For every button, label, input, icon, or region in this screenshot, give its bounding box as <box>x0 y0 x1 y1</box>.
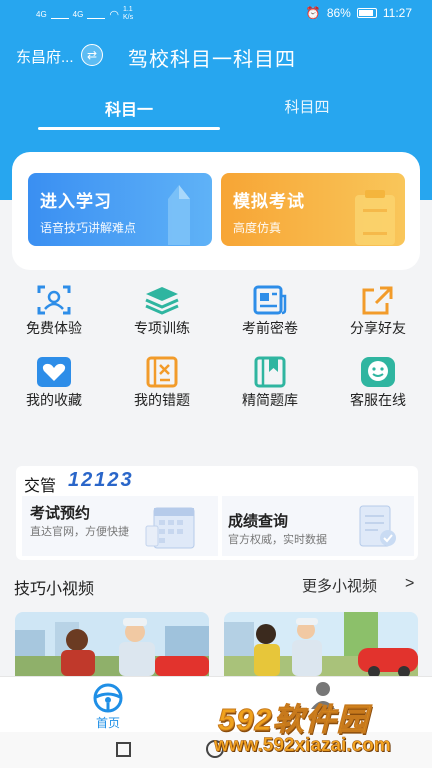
sim-signal-icon: 4G <box>36 9 47 19</box>
video-section-title: 技巧小视频 <box>14 581 95 598</box>
signal-bars-icon <box>50 9 69 19</box>
study-subtitle: 语音技巧讲解难点 <box>40 221 137 235</box>
grid-item-wrong-questions[interactable]: 我的错题 <box>112 355 212 415</box>
feature-grid: 免费体验 专项训练 考前密卷 分享好友 我的收藏 我的错题 精简题库 客服在线 <box>0 283 432 413</box>
smile-chat-icon <box>359 355 397 389</box>
grid-label: 精简题库 <box>242 392 298 408</box>
grid-item-customer-service[interactable]: 客服在线 <box>328 355 428 415</box>
grid-item-special-training[interactable]: 专项训练 <box>112 283 212 343</box>
grid-item-question-bank[interactable]: 精简题库 <box>220 355 320 415</box>
battery-icon <box>356 8 377 18</box>
steering-wheel-icon <box>93 683 123 713</box>
exam-booking-button[interactable]: 考试预约 直达官网，方便快捷 <box>22 496 218 556</box>
watermark: 592软件园 www.592xiazai.com <box>212 694 432 768</box>
grid-label: 分享好友 <box>350 320 406 336</box>
grid-label: 客服在线 <box>350 392 406 408</box>
bookmark-book-icon <box>251 355 289 389</box>
video-thumbnail-2[interactable] <box>224 612 418 676</box>
tab-home[interactable]: 首页 <box>82 681 134 730</box>
face-scan-icon <box>35 283 73 317</box>
tab-subject-one[interactable]: 科目一 <box>38 96 220 120</box>
top-bar: 东昌府... ⇄ 驾校科目一科目四 <box>0 36 432 76</box>
booking-title: 考试预约 <box>30 505 91 522</box>
alarm-icon: ⏰ <box>305 6 321 20</box>
grid-label: 专项训练 <box>134 320 190 336</box>
watermark-url: www.592xiazai.com <box>214 735 391 757</box>
exam-subtitle: 高度仿真 <box>233 221 282 235</box>
wifi-icon: ◠ <box>109 8 119 21</box>
battery-percent: 86% <box>326 6 351 20</box>
subject-tabs: 科目一 科目四 <box>0 90 432 134</box>
grid-label: 我的错题 <box>134 392 190 408</box>
jiaoguan-title: 交管 <box>24 478 57 495</box>
share-icon <box>359 283 397 317</box>
grid-label: 考前密卷 <box>242 320 298 336</box>
page-title: 驾校科目一科目四 <box>128 49 296 71</box>
main-card: 进入学习 语音技巧讲解难点 模拟考试 高度仿真 <box>12 152 420 270</box>
tab-home-label: 首页 <box>95 716 120 730</box>
score-title: 成绩查询 <box>228 513 289 530</box>
clock: 11:27 <box>382 6 412 20</box>
booking-subtitle: 直达官网，方便快捷 <box>30 526 129 538</box>
app-screen: 4G 4G ◠ 1.1 K/s ⏰ 86% 11:27 东昌府... ⇄ 驾校科… <box>0 0 432 768</box>
grid-label: 免费体验 <box>26 320 82 336</box>
video-section-header: 技巧小视频 更多小视频 > <box>0 568 432 602</box>
switch-city-icon[interactable]: ⇄ <box>81 44 103 66</box>
watermark-logo: 592软件园 <box>218 702 369 738</box>
score-query-button[interactable]: 成绩查询 官方权威，实时数据 <box>222 496 414 556</box>
heart-icon <box>35 355 73 389</box>
recent-apps-icon[interactable] <box>116 742 131 757</box>
study-title: 进入学习 <box>40 192 112 211</box>
sim-signal-icon-2: 4G <box>72 9 84 19</box>
status-bar: 4G 4G ◠ 1.1 K/s ⏰ 86% 11:27 <box>0 0 432 28</box>
exam-title: 模拟考试 <box>233 192 305 211</box>
video-thumbnail-1[interactable] <box>15 612 209 676</box>
traffic-scene-image-2 <box>224 612 418 676</box>
pencil-icon <box>168 185 190 245</box>
wrong-book-icon <box>143 355 181 389</box>
net-speed: 1.1 K/s <box>122 6 134 21</box>
grid-item-favorites[interactable]: 我的收藏 <box>4 355 104 415</box>
city-selector[interactable]: 东昌府... <box>16 46 74 67</box>
grid-item-exam-papers[interactable]: 考前密卷 <box>220 283 320 343</box>
more-videos-link[interactable]: 更多小视频 <box>302 575 377 596</box>
traffic-scene-image-1 <box>15 612 209 676</box>
mock-exam-button[interactable]: 模拟考试 高度仿真 <box>221 173 405 246</box>
jiaoguan-number: 12123 <box>68 469 134 491</box>
grid-label: 我的收藏 <box>26 392 82 408</box>
document-check-illustration-icon <box>359 505 396 547</box>
chevron-right-icon[interactable]: > <box>405 575 414 593</box>
newspaper-icon <box>251 283 289 317</box>
start-study-button[interactable]: 进入学习 语音技巧讲解难点 <box>28 173 212 246</box>
status-left: 4G 4G ◠ 1.1 K/s <box>36 6 141 22</box>
grid-item-share[interactable]: 分享好友 <box>328 283 428 343</box>
signal-bars-icon-2 <box>87 9 106 19</box>
grid-item-free-trial[interactable]: 免费体验 <box>4 283 104 343</box>
tab-subject-four[interactable]: 科目四 <box>232 96 382 117</box>
battery-fill <box>358 10 373 16</box>
traffic-12123-card: 交管 12123 考试预约 直达官网，方便快捷 成绩查询 官方权威，实时数据 <box>16 466 418 560</box>
layers-icon <box>143 283 181 317</box>
status-right: ⏰ 86% 11:27 <box>306 6 412 20</box>
active-tab-indicator <box>38 127 220 130</box>
calendar-illustration-icon <box>145 507 195 549</box>
notepad-icon <box>355 190 395 245</box>
score-subtitle: 官方权威，实时数据 <box>228 534 327 546</box>
